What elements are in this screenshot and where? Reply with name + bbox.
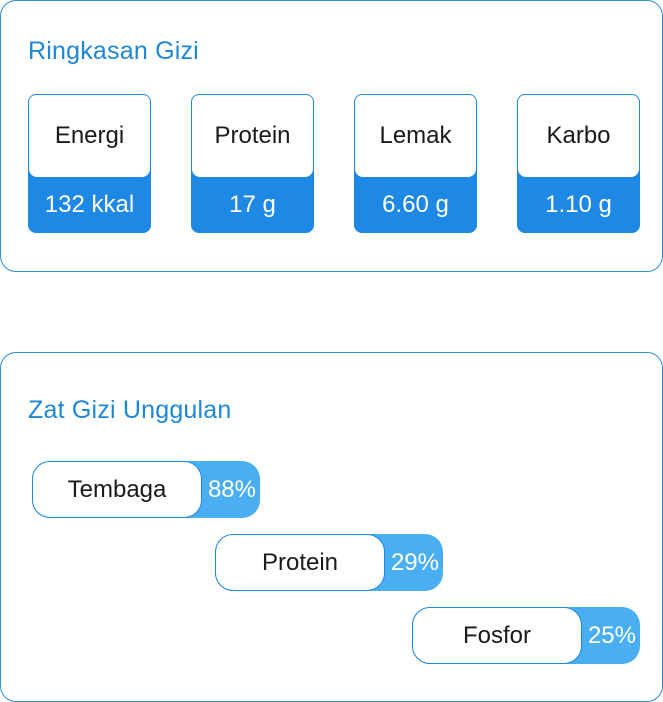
tile-value: 132 kkal: [44, 191, 135, 218]
nutrition-summary-card: Ringkasan Gizi Energi 132 kkal Protein 1…: [0, 0, 663, 272]
nutrient-name: Protein: [215, 534, 385, 591]
fat-tile: Lemak 6.60 g: [354, 94, 477, 233]
tile-value: 1.10 g: [545, 191, 612, 218]
tile-label: Karbo: [518, 95, 639, 177]
nutrient-percent: 88%: [207, 475, 256, 503]
tile-value: 6.60 g: [382, 191, 449, 218]
nutrient-name: Tembaga: [32, 461, 202, 518]
featured-nutrients-card: Zat Gizi Unggulan Tembaga 88% Protein 29…: [0, 352, 663, 702]
tile-label: Lemak: [355, 95, 476, 177]
summary-title: Ringkasan Gizi: [28, 37, 199, 65]
carbs-tile: Karbo 1.10 g: [517, 94, 640, 233]
tile-value: 17 g: [229, 191, 276, 218]
featured-nutrients-title: Zat Gizi Unggulan: [28, 396, 232, 424]
tile-label: Energi: [29, 95, 150, 177]
tile-label: Protein: [192, 95, 313, 177]
nutrient-name: Fosfor: [412, 607, 582, 664]
nutrient-pill-copper: Tembaga 88%: [32, 461, 260, 518]
protein-tile: Protein 17 g: [191, 94, 314, 233]
nutrient-pill-protein: Protein 29%: [215, 534, 443, 591]
nutrient-percent: 29%: [390, 548, 439, 576]
nutrient-percent: 25%: [587, 621, 636, 649]
nutrient-pill-phosphorus: Fosfor 25%: [412, 607, 640, 664]
energy-tile: Energi 132 kkal: [28, 94, 151, 233]
